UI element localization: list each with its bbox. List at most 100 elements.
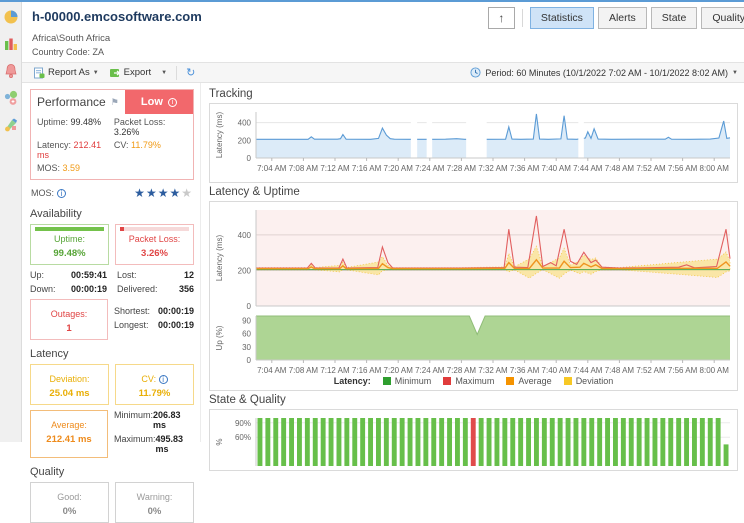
toolbar: Report As ▼ Export ▼ ↻ Period: 60 Minute… xyxy=(22,62,744,83)
svg-text:7:12 AM: 7:12 AM xyxy=(320,366,350,375)
uptime-box-value: 99.48% xyxy=(53,248,86,259)
latency-uptime-chart[interactable]: 0 200 400 Latency (ms) 0 30 60 90 Up (%) 7:04 AM 7… xyxy=(209,201,738,391)
average-box-value: 212.41 ms xyxy=(46,434,92,445)
minimum-row: Minimum: 206.83 ms xyxy=(114,410,194,430)
perf-mos: MOS: 3.59 xyxy=(37,163,114,173)
svg-text:7:08 AM: 7:08 AM xyxy=(289,164,319,173)
latency-uptime-chart-canvas[interactable]: 0200400Latency (ms)0306090Up (%)7:04 AM 7… xyxy=(210,202,738,376)
legend-label: Latency: xyxy=(333,376,371,386)
star-icon: ★ xyxy=(157,186,170,200)
legend-item-maximum: Maximum xyxy=(443,376,494,386)
svg-text:0: 0 xyxy=(247,302,252,311)
state-circles-icon[interactable] xyxy=(3,90,19,106)
sidebar xyxy=(0,2,22,442)
country-code: Country Code: ZA xyxy=(32,47,105,57)
perf-uptime-value: 99.48% xyxy=(70,117,102,127)
performance-hint-icon: ⚑ xyxy=(110,96,119,107)
refresh-icon: ↻ xyxy=(186,67,196,79)
svg-text:7:44 AM: 7:44 AM xyxy=(573,366,603,375)
shortest-row: Shortest: 00:00:19 xyxy=(114,306,194,316)
svg-text:7:28 AM: 7:28 AM xyxy=(447,366,477,375)
warning-box: Warning: 0% xyxy=(115,482,194,523)
availability-stats: Up: 00:59:41 Down: 00:00:19 Lost: 12 Delive… xyxy=(30,270,194,298)
legend-item-deviation: Deviation xyxy=(563,376,613,386)
export-dropdown-button[interactable]: ▼ xyxy=(158,69,170,77)
svg-text:7:36 AM: 7:36 AM xyxy=(510,366,540,375)
minmax-stats: Minimum: 206.83 ms Maximum: 495.83 ms xyxy=(114,410,194,458)
perf-latency: Latency: 212.41 ms xyxy=(37,140,114,160)
perf-uptime-label: Uptime: xyxy=(37,117,69,127)
bar-chart-icon[interactable] xyxy=(3,36,19,52)
mos-info-icon[interactable]: i xyxy=(57,188,67,198)
tab-quality[interactable]: Quality xyxy=(701,7,744,29)
up-level-button[interactable]: ↑ xyxy=(487,7,515,29)
export-icon xyxy=(109,68,121,77)
report-as-label: Report As xyxy=(48,67,90,78)
longest-row: Longest: 00:00:19 xyxy=(114,320,194,330)
state-quality-chart[interactable]: 90% 60%% xyxy=(209,409,738,471)
header-separator xyxy=(521,9,523,27)
outages-box-label: Outages: xyxy=(50,309,88,319)
quality-brush-icon[interactable] xyxy=(3,117,19,133)
latency-boxes-row1: Deviation: 25.04 ms CV: i 11.79% xyxy=(30,364,194,405)
down-row: Down: 00:00:19 xyxy=(30,284,107,294)
svg-text:7:52 AM: 7:52 AM xyxy=(636,164,666,173)
period-selector[interactable]: Period: 60 Minutes (10/1/2022 7:02 AM - … xyxy=(470,67,738,78)
tab-statistics[interactable]: Statistics xyxy=(529,7,594,29)
packet-loss-bar xyxy=(120,227,189,231)
cv-info-icon[interactable]: i xyxy=(158,375,168,384)
tab-alerts[interactable]: Alerts xyxy=(597,7,647,29)
refresh-button[interactable]: ↻ xyxy=(183,65,198,80)
svg-text:%: % xyxy=(215,438,224,445)
minimum-label: Minimum: xyxy=(114,410,154,420)
packet-loss-box: Packet Loss: 3.26% xyxy=(115,224,194,265)
grade-info-icon: i xyxy=(167,97,177,107)
good-box-value: 0% xyxy=(62,506,77,517)
group-path: Africa\South Africa xyxy=(32,33,111,44)
svg-text:8:00 AM: 8:00 AM xyxy=(700,366,730,375)
delivered-row: Delivered: 356 xyxy=(117,284,194,294)
charts-panel: Tracking 0 200 400 7:04 AM 7:08 AM 7:12 AM 7:1… xyxy=(200,83,744,471)
period-caret-icon: ▼ xyxy=(732,69,738,76)
svg-text:60%: 60% xyxy=(235,433,251,442)
alerts-bell-icon[interactable] xyxy=(3,63,19,79)
legend-swatch-icon xyxy=(563,377,572,385)
svg-text:7:56 AM: 7:56 AM xyxy=(668,366,698,375)
average-box-label: Average: xyxy=(51,420,87,430)
svg-text:7:16 AM: 7:16 AM xyxy=(352,366,382,375)
maximum-value: 495.83 ms xyxy=(155,434,184,454)
svg-text:7:40 AM: 7:40 AM xyxy=(542,164,572,173)
latency-legend: Latency: Minimum Maximum Average Deviation xyxy=(210,376,737,390)
tracking-chart-canvas[interactable]: 0 200 400 7:04 AM 7:08 AM 7:12 AM 7:16 AM 7:20 … xyxy=(210,104,738,182)
report-icon xyxy=(34,67,45,78)
export-button[interactable]: Export xyxy=(106,66,154,80)
star-icon: ★ xyxy=(134,186,146,200)
svg-text:7:40 AM: 7:40 AM xyxy=(542,366,572,375)
longest-label: Longest: xyxy=(114,319,149,330)
report-as-button[interactable]: Report As ▼ xyxy=(30,66,102,80)
host-title: h-00000.emcosoftware.com xyxy=(32,9,202,24)
svg-text:7:20 AM: 7:20 AM xyxy=(384,366,414,375)
perf-packet-loss-label: Packet Loss: xyxy=(113,117,166,127)
perf-cv-label: CV: xyxy=(113,140,129,150)
svg-text:7:36 AM: 7:36 AM xyxy=(510,164,540,173)
star-icon: ★ xyxy=(169,186,182,200)
performance-title: Performance xyxy=(37,95,106,109)
app-window: h-00000.emcosoftware.com ↑ Statistics Al… xyxy=(0,0,744,523)
packet-loss-bar-fill xyxy=(120,227,125,231)
legend-item-minimum: Minimum xyxy=(382,376,431,386)
performance-grade-badge[interactable]: Low i xyxy=(124,90,193,114)
outages-box: Outages: 1 xyxy=(30,299,108,340)
maximum-row: Maximum: 495.83 ms xyxy=(114,434,194,454)
toolbar-separator xyxy=(176,65,178,80)
delivered-label: Delivered: xyxy=(117,284,158,294)
latency-boxes-row2: Average: 212.41 ms Minimum: 206.83 ms Max… xyxy=(30,410,194,458)
state-quality-chart-canvas[interactable]: 90% 60%% xyxy=(210,410,738,470)
svg-text:7:16 AM: 7:16 AM xyxy=(352,164,382,173)
cv-box-label: CV: xyxy=(141,374,157,384)
deviation-box-label: Deviation: xyxy=(49,374,90,384)
tab-state[interactable]: State xyxy=(650,7,698,29)
legend-swatch-icon xyxy=(443,377,452,385)
statistics-pie-chart-icon[interactable] xyxy=(3,9,19,25)
tracking-chart[interactable]: 0 200 400 7:04 AM 7:08 AM 7:12 AM 7:16 AM 7:20 … xyxy=(209,103,738,183)
